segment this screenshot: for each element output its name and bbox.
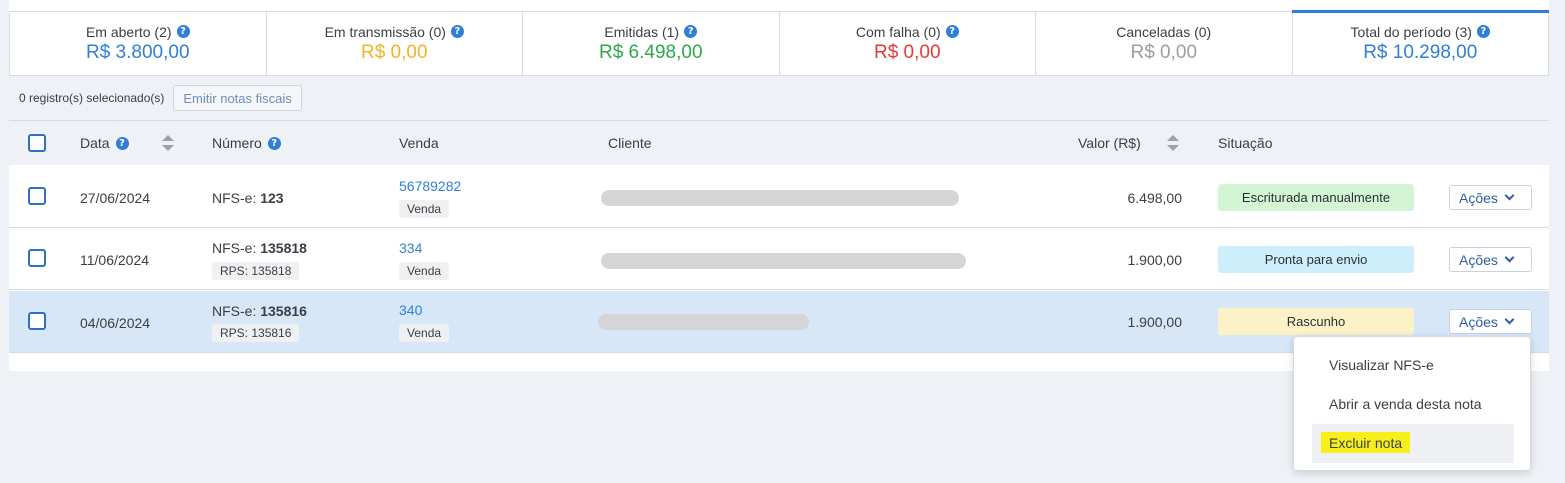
actions-button[interactable]: Ações — [1449, 247, 1532, 272]
card-value: R$ 3.800,00 — [85, 41, 190, 63]
help-icon[interactable]: ? — [1476, 25, 1490, 38]
menu-item-excluir-nota[interactable]: Excluir nota — [1321, 432, 1411, 453]
card-value: R$ 0,00 — [360, 41, 428, 63]
table-row[interactable]: 11/06/2024 NFS-e: 135818 RPS: 135818 334… — [9, 228, 1549, 290]
card-total-periodo[interactable]: Total do período (3)? R$ 10.298,00 — [1291, 10, 1549, 75]
status-badge: Rascunho — [1218, 308, 1414, 335]
help-icon[interactable]: ? — [176, 25, 190, 38]
sort-icon[interactable] — [1167, 135, 1179, 151]
row-date: 11/06/2024 — [80, 252, 150, 268]
card-label: Em transmissão (0) — [324, 23, 446, 40]
summary-cards: Em aberto (2)? R$ 3.800,00 Em transmissã… — [9, 10, 1549, 76]
row-valor: 1.900,00 — [1127, 314, 1183, 330]
venda-link[interactable]: 56789282 — [399, 178, 461, 194]
selected-count: 0 registro(s) selecionado(s) — [19, 91, 165, 105]
row-checkbox[interactable] — [28, 312, 46, 330]
sort-icon[interactable] — [162, 135, 174, 151]
row-date: 27/06/2024 — [80, 190, 151, 206]
column-header-numero: Número? — [212, 121, 281, 165]
nfse-number: NFS-e: 123 — [212, 190, 284, 206]
actions-button[interactable]: Ações — [1449, 185, 1532, 210]
table-row[interactable]: 27/06/2024 NFS-e: 123 56789282 Venda 6.4… — [9, 166, 1549, 228]
column-header-situacao: Situação — [1218, 135, 1273, 151]
venda-tag: Venda — [399, 324, 450, 342]
chevron-down-icon — [1504, 190, 1515, 201]
card-label: Total do período (3) — [1350, 23, 1472, 40]
card-value: R$ 6.498,00 — [598, 41, 703, 63]
card-label: Emitidas (1) — [604, 23, 680, 40]
chevron-down-icon — [1504, 252, 1515, 263]
card-emitidas[interactable]: Emitidas (1)? R$ 6.498,00 — [523, 12, 780, 75]
card-em-aberto[interactable]: Em aberto (2)? R$ 3.800,00 — [10, 12, 267, 75]
card-em-transmissao[interactable]: Em transmissão (0)? R$ 0,00 — [267, 12, 523, 75]
help-icon[interactable]: ? — [684, 25, 698, 38]
client-name-redacted — [601, 190, 959, 206]
menu-item-abrir-venda[interactable]: Abrir a venda desta nota — [1329, 396, 1482, 412]
card-label: Em aberto (2) — [85, 23, 172, 40]
row-date: 04/06/2024 — [80, 315, 151, 331]
nfse-number: NFS-e: 135816 — [212, 303, 307, 319]
help-icon[interactable]: ? — [450, 25, 464, 38]
card-canceladas[interactable]: Canceladas (0) R$ 0,00 — [1036, 12, 1293, 75]
select-all-checkbox[interactable] — [28, 134, 46, 152]
actions-button[interactable]: Ações — [1449, 309, 1532, 334]
card-com-falha[interactable]: Com falha (0)? R$ 0,00 — [780, 12, 1036, 75]
row-checkbox[interactable] — [28, 249, 46, 267]
selection-bar: 0 registro(s) selecionado(s) Emitir nota… — [9, 76, 1549, 121]
status-badge: Escriturada manualmente — [1218, 184, 1414, 211]
emit-invoices-button[interactable]: Emitir notas fiscais — [173, 85, 302, 111]
column-header-data: Data? — [80, 121, 129, 165]
table-header: Data? Número? Venda Cliente Valor (R$) S… — [9, 121, 1549, 165]
help-icon[interactable]: ? — [945, 25, 959, 38]
client-name-redacted — [601, 253, 966, 269]
row-valor: 1.900,00 — [1127, 252, 1183, 268]
venda-tag: Venda — [399, 262, 450, 280]
row-valor: 6.498,00 — [1127, 190, 1183, 206]
column-header-venda: Venda — [399, 135, 439, 151]
venda-link[interactable]: 334 — [399, 240, 422, 256]
card-value: R$ 10.298,00 — [1363, 41, 1478, 63]
row-checkbox[interactable] — [28, 187, 46, 205]
rps-tag: RPS: 135816 — [212, 324, 300, 342]
card-label: Com falha (0) — [855, 23, 941, 40]
status-badge: Pronta para envio — [1218, 246, 1414, 273]
column-header-valor: Valor (R$) — [1078, 135, 1141, 151]
client-name-redacted — [598, 314, 809, 330]
column-header-cliente: Cliente — [608, 135, 652, 151]
card-value: R$ 0,00 — [873, 41, 941, 63]
card-value: R$ 0,00 — [1130, 41, 1198, 63]
rps-tag: RPS: 135818 — [212, 262, 300, 280]
nfse-number: NFS-e: 135818 — [212, 240, 307, 256]
chevron-down-icon — [1504, 314, 1515, 325]
menu-item-visualizar-nfse[interactable]: Visualizar NFS-e — [1329, 357, 1434, 373]
card-label: Canceladas (0) — [1116, 23, 1212, 40]
venda-tag: Venda — [399, 200, 450, 218]
actions-dropdown-menu: Visualizar NFS-e Abrir a venda desta not… — [1293, 336, 1531, 471]
help-icon[interactable]: ? — [267, 136, 281, 150]
venda-link[interactable]: 340 — [399, 302, 422, 318]
help-icon[interactable]: ? — [115, 136, 129, 150]
